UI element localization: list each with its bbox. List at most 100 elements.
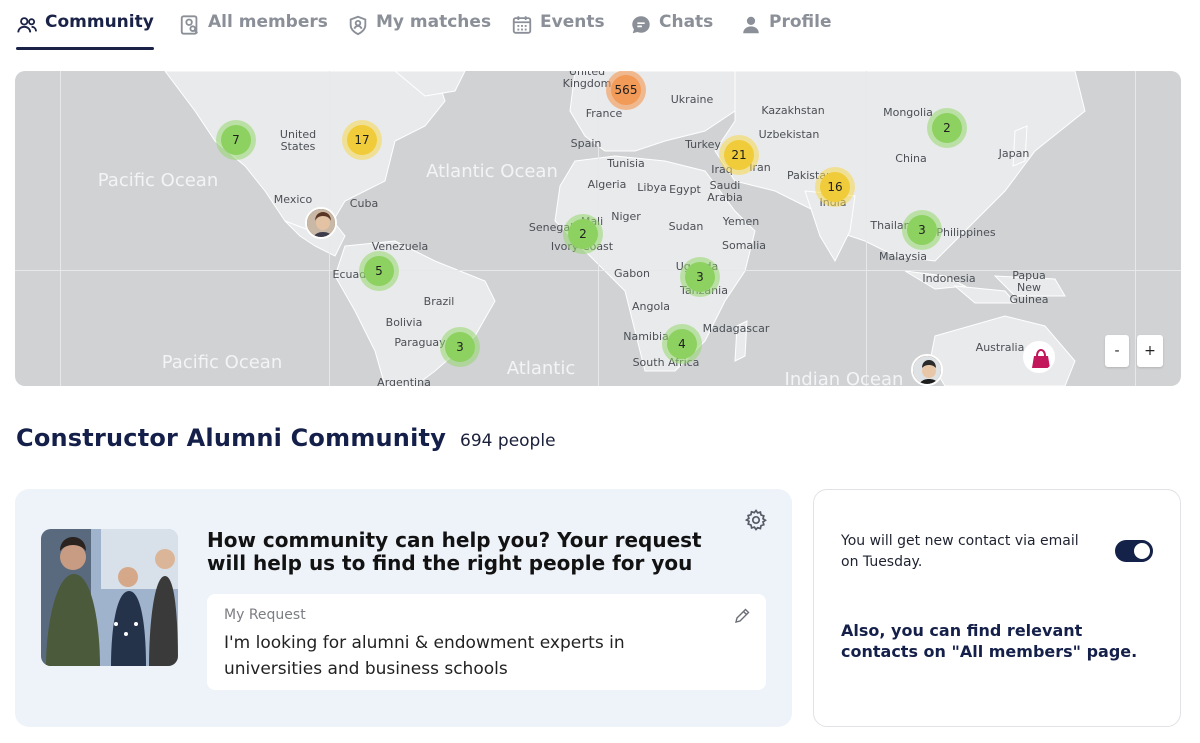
event-photo [41, 529, 178, 666]
cluster-count: 4 [667, 329, 697, 359]
place-label: Philippines [936, 226, 996, 239]
member-count-number: 694 [460, 431, 493, 451]
cluster-count: 565 [611, 75, 641, 105]
tab-label: All members [208, 12, 328, 32]
place-label: Madagascar [702, 322, 770, 335]
map-cluster[interactable]: 7 [216, 120, 256, 160]
place-label: Sudan [668, 220, 704, 233]
cluster-count: 17 [347, 125, 377, 155]
map-cluster[interactable]: 21 [719, 135, 759, 175]
ocean-label: Pacific Ocean [97, 170, 219, 191]
email-contact-toggle[interactable] [1115, 540, 1153, 562]
my-request-label: My Request [224, 607, 306, 623]
place-label: Argentina [377, 376, 431, 387]
tab-my-matches[interactable]: My matches [347, 12, 491, 52]
place-label: Tunisia [607, 157, 645, 170]
ocean-label: Atlantic Ocean [426, 161, 558, 182]
map-cluster[interactable]: 16 [815, 167, 855, 207]
place-label: Australia [975, 341, 1025, 354]
ocean-label: Indian Ocean [784, 369, 904, 386]
tab-label: Events [540, 12, 605, 32]
all-members-hint: Also, you can find relevant contacts on … [841, 621, 1138, 661]
place-label: France [585, 107, 623, 120]
community-request-card: How community can help you? Your request… [15, 489, 792, 727]
gear-icon[interactable] [744, 508, 768, 532]
place-label: Cuba [349, 197, 379, 210]
pencil-icon[interactable] [734, 608, 750, 624]
map-gridline [1135, 71, 1136, 386]
top-navigation: Community All members My matches Events … [0, 0, 1200, 52]
cluster-count: 7 [221, 125, 251, 155]
ocean-label: Atlantic [506, 358, 576, 379]
my-request-field[interactable]: My Request I'm looking for alumni & endo… [207, 594, 766, 690]
zoom-out-button[interactable]: - [1105, 335, 1129, 367]
member-count-unit: people [497, 431, 556, 451]
email-schedule-text: You will get new contact via email on Tu… [841, 533, 1079, 570]
place-label: Mexico [273, 193, 313, 206]
ocean-label: Pacific Ocean [161, 352, 283, 373]
cluster-count: 3 [907, 215, 937, 245]
place-label: Bolivia [385, 316, 423, 329]
map-cluster[interactable]: 4 [662, 324, 702, 364]
map-cluster[interactable]: 17 [342, 120, 382, 160]
page-title: Constructor Alumni Community [16, 424, 447, 452]
place-label: Spain [570, 137, 602, 150]
matches-icon [349, 15, 367, 36]
members-world-map[interactable]: Pacific Ocean Atlantic Ocean Pacific Oce… [15, 71, 1181, 386]
place-label: United States [279, 128, 317, 153]
place-label: Ukraine [670, 93, 714, 106]
tab-all-members[interactable]: All members [179, 12, 328, 52]
place-label: Saudi Arabia [707, 179, 743, 204]
member-avatar-pin[interactable] [911, 354, 943, 386]
tab-label: Community [45, 12, 154, 32]
my-request-text: I'm looking for alumni & endowment exper… [224, 633, 625, 679]
map-cluster[interactable]: 3 [902, 210, 942, 250]
member-count: 694 people [460, 431, 555, 451]
cluster-count: 3 [685, 262, 715, 292]
tab-label: My matches [376, 12, 492, 32]
place-label: Turkey [685, 138, 721, 151]
place-label: Angola [631, 300, 671, 313]
place-label: Brazil [423, 295, 455, 308]
map-cluster[interactable]: 2 [563, 214, 603, 254]
place-label: Mongolia [883, 106, 933, 119]
people-icon [17, 17, 37, 33]
place-label: Algeria [587, 178, 627, 191]
place-label: Paraguay [394, 336, 446, 349]
tab-events[interactable]: Events [511, 12, 605, 52]
member-search-icon [180, 15, 198, 35]
cluster-count: 2 [568, 219, 598, 249]
map-cluster[interactable]: 3 [680, 257, 720, 297]
map-cluster[interactable]: 3 [440, 327, 480, 367]
community-heading: Constructor Alumni Community 694 people [16, 424, 556, 452]
map-cluster[interactable]: 2 [927, 108, 967, 148]
map-gridline [866, 71, 867, 386]
tab-profile[interactable]: Profile [740, 12, 831, 52]
place-label: Somalia [721, 239, 767, 252]
request-illustration-photo [41, 529, 178, 666]
zoom-in-button[interactable]: + [1137, 335, 1163, 367]
active-tab-indicator [16, 47, 154, 50]
map-cluster[interactable]: 565 [606, 71, 646, 110]
chat-bubble-icon [632, 16, 650, 34]
member-avatar-pin[interactable] [1023, 341, 1055, 373]
person-icon [743, 16, 759, 34]
place-label: Egypt [669, 183, 701, 196]
calendar-icon [512, 16, 532, 34]
place-label: Papua New Guinea [1009, 269, 1049, 306]
place-label: Niger [611, 210, 641, 223]
place-label: Gabon [614, 267, 650, 280]
member-avatar-pin[interactable] [305, 207, 337, 239]
cluster-count: 21 [724, 140, 754, 170]
map-gridline [60, 71, 61, 386]
map-cluster[interactable]: 5 [359, 251, 399, 291]
cluster-count: 3 [445, 332, 475, 362]
tab-community[interactable]: Community [16, 12, 154, 52]
place-label: Japan [998, 147, 1030, 160]
tab-label: Profile [769, 12, 832, 32]
place-label: China [895, 152, 927, 165]
place-label: Malaysia [878, 250, 928, 263]
tab-chats[interactable]: Chats [630, 12, 713, 52]
place-label: Indonesia [922, 272, 976, 285]
cluster-count: 16 [820, 172, 850, 202]
